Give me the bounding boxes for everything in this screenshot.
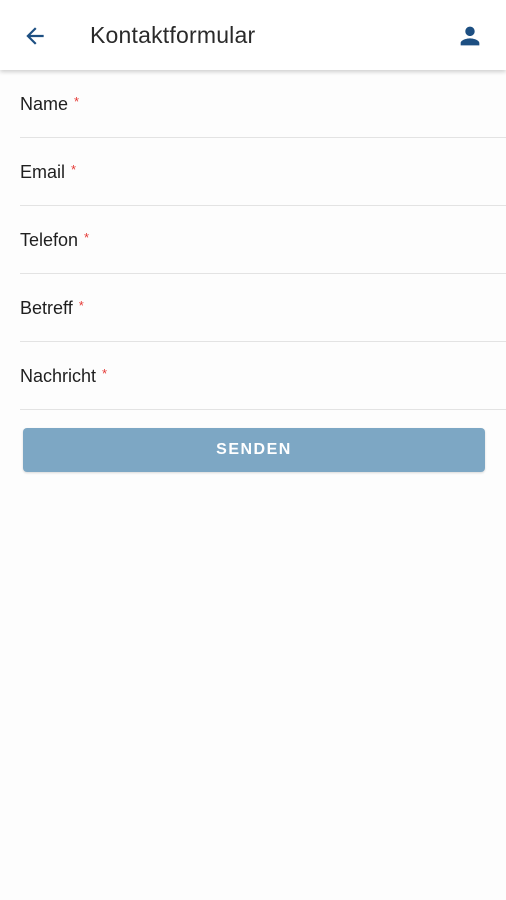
message-input[interactable] bbox=[20, 342, 506, 409]
app-bar: Kontaktformular bbox=[0, 0, 506, 70]
email-input[interactable] bbox=[20, 138, 506, 205]
name-input[interactable] bbox=[20, 70, 506, 137]
name-field[interactable]: Name * bbox=[20, 70, 506, 138]
person-icon[interactable] bbox=[456, 22, 484, 50]
message-field[interactable]: Nachricht * bbox=[20, 342, 506, 410]
phone-input[interactable] bbox=[20, 206, 506, 273]
email-field[interactable]: Email * bbox=[20, 138, 506, 206]
send-button[interactable]: SENDEN bbox=[23, 428, 485, 472]
phone-field[interactable]: Telefon * bbox=[20, 206, 506, 274]
page-title: Kontaktformular bbox=[90, 22, 256, 48]
contact-form: Name * Email * Telefon * Betreff * Nachricht… bbox=[20, 70, 506, 410]
subject-field[interactable]: Betreff * bbox=[20, 274, 506, 342]
subject-input[interactable] bbox=[20, 274, 506, 341]
arrow-left-icon[interactable] bbox=[22, 23, 48, 49]
